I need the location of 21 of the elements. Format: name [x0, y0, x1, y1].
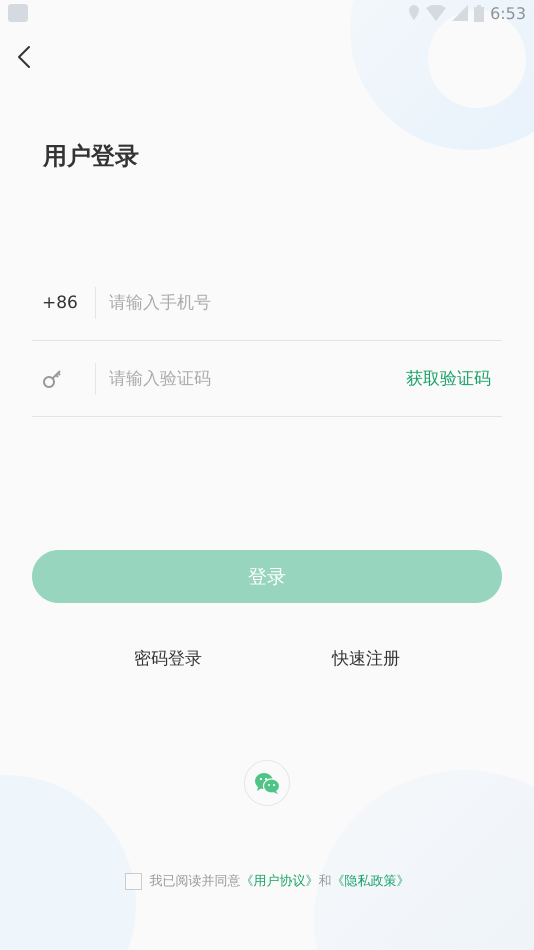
back-icon[interactable]: [17, 45, 31, 69]
location-icon: [408, 4, 420, 22]
privacy-policy-link[interactable]: 《隐私政策》: [332, 874, 410, 889]
agreement-text: 我已阅读并同意《用户协议》和《隐私政策》: [150, 873, 410, 890]
image-icon: [8, 4, 28, 22]
wifi-icon: [426, 5, 446, 21]
get-code-link[interactable]: 获取验证码: [406, 367, 502, 390]
text-link[interactable]: 快速注册: [332, 647, 400, 670]
chat-bubbles-icon: [254, 772, 280, 794]
battery-icon: [474, 4, 484, 22]
phone-field[interactable]: +86 请输入手机号: [32, 265, 502, 341]
text-link[interactable]: 密码登录: [134, 647, 202, 670]
wechat-button[interactable]: [244, 760, 290, 806]
page-title: 用户登录: [43, 141, 140, 172]
signal-icon: [452, 5, 468, 21]
user-agreement-link[interactable]: 《用户协议》: [240, 874, 318, 889]
status-time: 6:53: [490, 4, 526, 22]
country-code[interactable]: +86: [32, 292, 84, 312]
code-field[interactable]: 请输入验证码 获取验证码: [32, 341, 502, 417]
agree-checkbox[interactable]: [124, 872, 142, 890]
key-icon: [42, 368, 62, 388]
